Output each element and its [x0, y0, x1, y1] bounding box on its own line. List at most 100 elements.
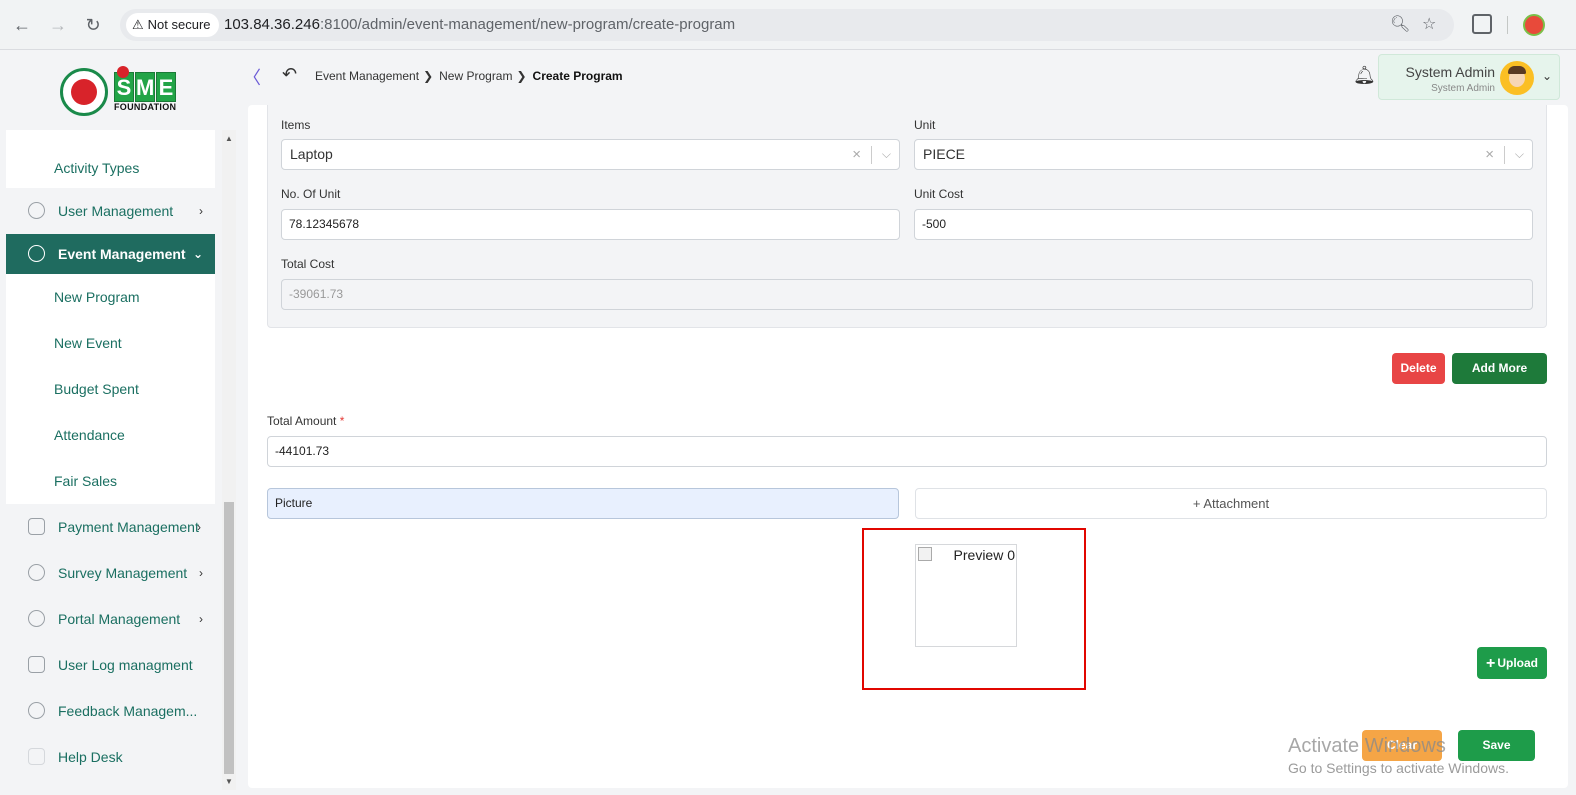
- total-cost-label: Total Cost: [281, 257, 335, 271]
- upload-button[interactable]: + Upload: [1477, 647, 1547, 679]
- lock-icon: [28, 610, 45, 627]
- warning-icon: ⚠: [132, 17, 144, 32]
- sidebar-item-new-program[interactable]: New Program: [6, 274, 215, 320]
- total-amount-label: Total Amount *: [267, 414, 344, 428]
- bookmark-star-icon[interactable]: ☆: [1422, 9, 1436, 41]
- submenu-event: New Program New Event Budget Spent Atten…: [6, 274, 215, 504]
- url-host: 103.84.36.246: [224, 16, 320, 33]
- sidebar-item-event-management[interactable]: Event Management ⌄: [6, 234, 215, 274]
- sidebar: SME FOUNDATION Activity Types User Manag…: [0, 50, 240, 795]
- submenu-activity: Activity Types: [6, 130, 215, 188]
- forward-arrow-icon[interactable]: →: [46, 13, 70, 37]
- chevron-right-icon: ›: [199, 204, 203, 218]
- items-selected-value: Laptop: [290, 146, 333, 162]
- undo-back-icon[interactable]: ↶: [282, 64, 297, 85]
- sidebar-item-payment-management[interactable]: Payment Management ›: [6, 504, 215, 550]
- sidebar-item-budget-spent[interactable]: Budget Spent: [6, 366, 215, 412]
- sidebar-menu: Activity Types User Management › Event M…: [6, 130, 215, 780]
- clear-icon[interactable]: ×: [1485, 140, 1494, 169]
- sidebar-item-label: Portal Management: [58, 611, 181, 627]
- watermark-subtitle: Go to Settings to activate Windows.: [1288, 760, 1509, 776]
- image-preview: Preview 0: [915, 544, 1017, 647]
- sidebar-item-feedback[interactable]: Feedback Managem...: [6, 688, 215, 734]
- logo-foundation-text: FOUNDATION: [114, 102, 177, 112]
- chevron-down-icon: ⌄: [1542, 69, 1553, 83]
- broken-image-icon: [918, 547, 932, 561]
- security-label: Not secure: [147, 17, 211, 32]
- sidebar-item-activity-types[interactable]: Activity Types: [6, 130, 215, 188]
- delete-button[interactable]: Delete: [1392, 353, 1445, 384]
- total-amount-input[interactable]: -44101.73: [267, 436, 1547, 467]
- user-menu[interactable]: System Admin System Admin ⌄: [1378, 54, 1560, 100]
- sidebar-item-user-log[interactable]: User Log managment: [6, 642, 215, 688]
- top-header: 〈 ↶ Event Management ❯ New Program ❯ Create …: [240, 50, 1576, 105]
- unit-label: Unit: [914, 118, 936, 132]
- chevron-right-icon: ›: [197, 520, 201, 534]
- scrollbar-thumb[interactable]: [224, 502, 234, 774]
- zoom-icon[interactable]: 🔍︎: [1390, 9, 1410, 41]
- activate-windows-watermark: Activate Windows Go to Settings to activ…: [1288, 734, 1509, 778]
- government-seal-logo: [60, 68, 108, 116]
- payment-icon: [28, 518, 45, 535]
- extensions-icon[interactable]: [1472, 14, 1492, 34]
- sidebar-item-label: Feedback Managem...: [58, 703, 198, 719]
- back-arrow-icon[interactable]: ←: [10, 13, 34, 37]
- picture-field[interactable]: Picture: [267, 488, 899, 519]
- chevron-down-icon[interactable]: ⌵: [1515, 140, 1524, 169]
- item-row-card: Items Laptop × ⌵ Unit PIECE × ⌵ No. Of U…: [267, 105, 1547, 328]
- sidebar-item-portal-management[interactable]: Portal Management ›: [6, 596, 215, 642]
- no-of-unit-label: No. Of Unit: [281, 187, 341, 201]
- upload-label: Upload: [1497, 656, 1538, 670]
- sidebar-item-label: User Log managment: [58, 657, 193, 673]
- breadcrumb-event-management[interactable]: Event Management: [315, 69, 419, 83]
- chevron-down-icon[interactable]: ⌵: [882, 140, 891, 169]
- attachment-button[interactable]: + Attachment: [915, 488, 1547, 519]
- sidebar-item-new-event[interactable]: New Event: [6, 320, 215, 366]
- reload-icon[interactable]: ↻: [81, 13, 105, 37]
- sidebar-item-survey-management[interactable]: Survey Management ›: [6, 550, 215, 596]
- url-text[interactable]: 103.84.36.246:8100/admin/event-managemen…: [224, 9, 735, 41]
- items-select[interactable]: Laptop × ⌵: [281, 139, 900, 170]
- items-label: Items: [281, 118, 311, 132]
- chevron-right-icon: ›: [199, 612, 203, 626]
- breadcrumb: Event Management ❯ New Program ❯ Create Prog…: [315, 69, 623, 83]
- lock-icon: [28, 245, 45, 262]
- add-more-button[interactable]: Add More: [1452, 353, 1547, 384]
- sidebar-scrollbar[interactable]: ▲ ▼: [222, 130, 236, 790]
- mail-icon: [28, 748, 45, 765]
- sidebar-item-label: Payment Management: [58, 519, 199, 535]
- browser-toolbar: ← → ↻ ⚠ Not secure 103.84.36.246:8100/adm…: [0, 0, 1576, 50]
- security-chip[interactable]: ⚠ Not secure: [126, 13, 219, 37]
- breadcrumb-new-program[interactable]: New Program: [439, 69, 512, 83]
- no-of-unit-input[interactable]: 78.12345678: [281, 209, 900, 240]
- notification-bell-icon[interactable]: 🔔︎: [1353, 65, 1376, 86]
- user-role: System Admin: [1431, 83, 1495, 94]
- total-amount-label-text: Total Amount: [267, 414, 337, 428]
- clear-icon[interactable]: ×: [852, 140, 861, 169]
- pie-chart-icon: [28, 564, 45, 581]
- sidebar-item-help-desk[interactable]: Help Desk: [6, 734, 215, 780]
- collapse-sidebar-icon[interactable]: 〈: [243, 64, 261, 90]
- chevron-right-icon: ❯: [423, 69, 434, 83]
- sidebar-item-attendance[interactable]: Attendance: [6, 412, 215, 458]
- url-path: :8100/admin/event-management/new-program…: [319, 16, 736, 33]
- plus-icon: +: [1485, 655, 1496, 672]
- unit-cost-input[interactable]: -500: [914, 209, 1533, 240]
- logo-letter: E: [156, 72, 176, 102]
- logo[interactable]: SME FOUNDATION: [0, 50, 240, 130]
- address-bar[interactable]: ⚠ Not secure 103.84.36.246:8100/admin/eve…: [120, 9, 1454, 41]
- sidebar-item-label: User Management: [58, 203, 174, 219]
- sidebar-item-label: Survey Management: [58, 565, 188, 581]
- scroll-up-arrow-icon[interactable]: ▲: [225, 134, 233, 143]
- log-icon: [28, 656, 45, 673]
- browser-profile-avatar[interactable]: [1523, 14, 1545, 36]
- required-marker: *: [339, 414, 345, 428]
- shield-icon: [28, 202, 45, 219]
- logo-letter: M: [135, 72, 155, 102]
- sidebar-item-fair-sales[interactable]: Fair Sales: [6, 458, 215, 504]
- breadcrumb-current: Create Program: [532, 69, 623, 83]
- sidebar-item-user-management[interactable]: User Management ›: [6, 188, 215, 234]
- scroll-down-arrow-icon[interactable]: ▼: [225, 777, 233, 786]
- unit-select[interactable]: PIECE × ⌵: [914, 139, 1533, 170]
- toolbar-divider: [1507, 16, 1508, 34]
